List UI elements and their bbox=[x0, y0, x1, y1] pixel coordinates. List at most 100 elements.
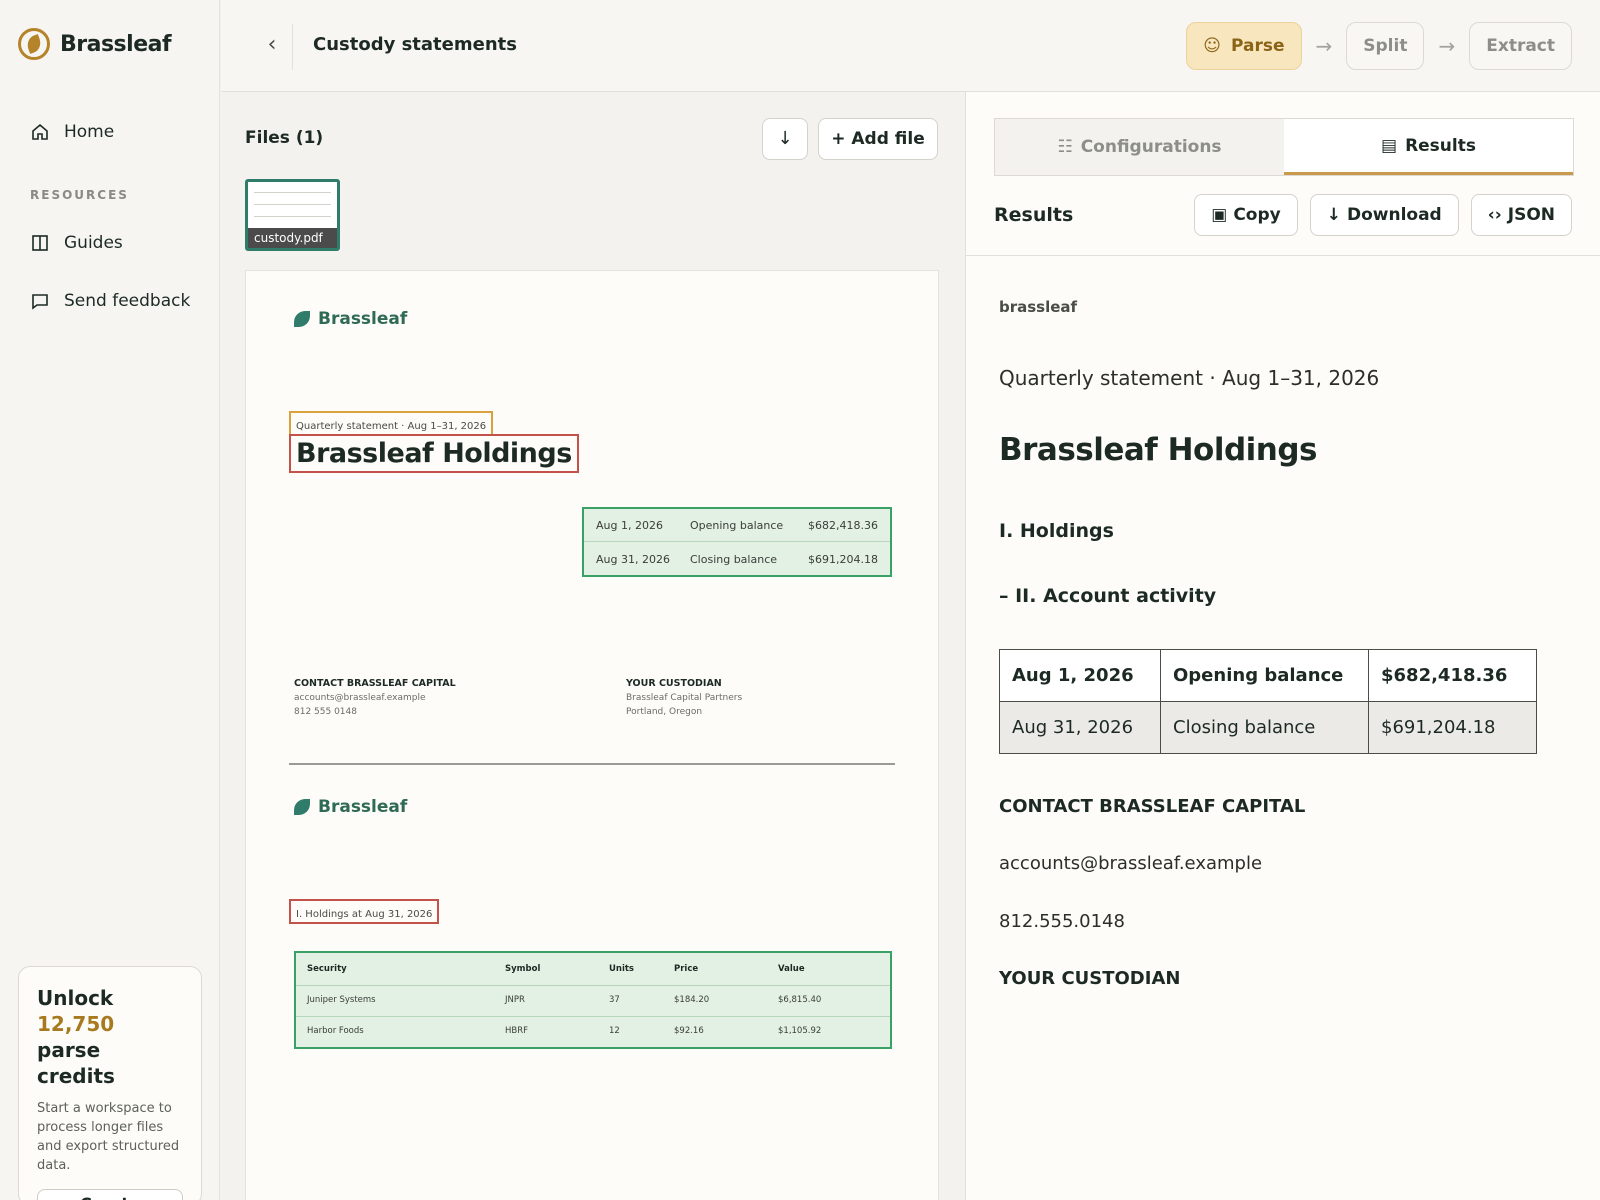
results-tabs: ☷ Configurations ▤ Results bbox=[994, 118, 1574, 176]
promo-title: Unlock 12,750 parse credits bbox=[37, 985, 183, 1089]
contact-block: CONTACT BRASSLEAF CAPITAL accounts@brass… bbox=[294, 677, 456, 719]
sidebar: Brassleaf Home RESOURCES Guides Send fee… bbox=[0, 0, 220, 1200]
arrow-right-icon: → bbox=[1315, 34, 1333, 58]
code-icon: ‹› bbox=[1487, 205, 1502, 225]
sidebar-item-label: Send feedback bbox=[64, 291, 191, 311]
table-cell: 12 bbox=[609, 1026, 620, 1036]
step-parse[interactable]: ☺ Parse bbox=[1186, 22, 1302, 70]
holdings-table: Security Symbol Units Price Value Junipe… bbox=[294, 951, 892, 1049]
file-thumbnail[interactable]: custody.pdf bbox=[245, 179, 340, 251]
resources-heading: RESOURCES bbox=[30, 188, 129, 202]
sidebar-item-home[interactable]: Home bbox=[30, 122, 114, 142]
table-cell: $682,418.36 bbox=[1368, 649, 1537, 702]
balance-date: Aug 31, 2026 bbox=[596, 552, 670, 566]
download-button[interactable]: ↓ Download bbox=[1309, 194, 1459, 236]
custodian-heading: YOUR CUSTODIAN bbox=[626, 678, 722, 689]
table-cell: Aug 1, 2026 bbox=[999, 649, 1161, 702]
results-panel: ☷ Configurations ▤ Results Results ▣ Cop… bbox=[965, 92, 1600, 1200]
result-email: accounts@brassleaf.example bbox=[999, 853, 1263, 874]
table-cell: Aug 31, 2026 bbox=[999, 701, 1161, 754]
comment-icon bbox=[32, 294, 48, 310]
tab-configurations[interactable]: ☷ Configurations bbox=[995, 119, 1284, 175]
balance-row: Aug 31, 2026 Closing balance $691,204.18 bbox=[584, 543, 890, 575]
copy-icon: ▣ bbox=[1211, 205, 1228, 225]
table-cell: $691,204.18 bbox=[1368, 701, 1537, 754]
step-label: Extract bbox=[1486, 36, 1555, 56]
back-button[interactable]: ‹ bbox=[259, 30, 285, 60]
result-section-holdings: I. Holdings bbox=[999, 520, 1114, 542]
arrow-right-icon: → bbox=[1438, 34, 1456, 58]
tab-label: Results bbox=[1405, 135, 1476, 156]
thumbnail-filename: custody.pdf bbox=[248, 228, 337, 248]
add-file-button[interactable]: + Add file bbox=[818, 118, 938, 160]
brand-logo-icon bbox=[18, 28, 50, 60]
copy-button[interactable]: ▣ Copy bbox=[1194, 194, 1298, 236]
header-divider bbox=[292, 24, 293, 70]
leaf-icon bbox=[294, 799, 310, 815]
table-cell: 37 bbox=[609, 995, 620, 1005]
balance-amount: $691,204.18 bbox=[808, 552, 878, 566]
download-icon-button[interactable]: ↓ bbox=[762, 118, 808, 160]
balance-label: Opening balance bbox=[690, 519, 784, 532]
doc-brand-name: Brassleaf bbox=[318, 309, 408, 329]
result-section-activity: – II. Account activity bbox=[999, 585, 1217, 607]
holdings-label-box: I. Holdings at Aug 31, 2026 bbox=[289, 899, 440, 924]
balance-date: Aug 1, 2026 bbox=[596, 519, 663, 532]
doc-title: Brassleaf Holdings bbox=[296, 438, 572, 469]
statement-label-box: Quarterly statement · Aug 1–31, 2026 bbox=[289, 411, 494, 436]
table-cell: $6,815.40 bbox=[778, 995, 822, 1005]
table-cell: $184.20 bbox=[674, 995, 710, 1005]
balances-box: Aug 1, 2026 Opening balance $682,418.36 … bbox=[582, 507, 892, 577]
table-cell: Opening balance bbox=[1160, 649, 1369, 702]
sidebar-item-label: Home bbox=[64, 122, 115, 142]
step-label: Split bbox=[1363, 36, 1408, 56]
brand-name: Brassleaf bbox=[60, 31, 172, 57]
table-cell: JNPR bbox=[505, 995, 525, 1005]
pipeline-steps: ☺ Parse → Split → Extract bbox=[1186, 22, 1572, 70]
tab-results[interactable]: ▤ Results bbox=[1284, 119, 1573, 175]
table-row: Aug 1, 2026 Opening balance $682,418.36 bbox=[999, 649, 1537, 702]
table-header: Units bbox=[609, 964, 634, 974]
sidebar-item-guides[interactable]: Guides bbox=[30, 233, 123, 253]
promo-credits: 12,750 bbox=[37, 1012, 115, 1036]
promo-title-suffix: parse credits bbox=[37, 1038, 115, 1088]
custodian-location: Portland, Oregon bbox=[626, 707, 703, 717]
sidebar-item-feedback[interactable]: Send feedback bbox=[30, 291, 190, 311]
custodian-block: YOUR CUSTODIAN Brassleaf Capital Partner… bbox=[626, 677, 742, 719]
balance-row: Aug 1, 2026 Opening balance $682,418.36 bbox=[584, 510, 890, 542]
results-actions: ▣ Copy ↓ Download ‹› JSON bbox=[1194, 194, 1572, 236]
result-contact-heading: CONTACT BRASSLEAF CAPITAL bbox=[999, 796, 1306, 817]
table-cell: HBRF bbox=[505, 1026, 529, 1036]
table-icon: ▤ bbox=[1381, 135, 1398, 156]
copy-label: Copy bbox=[1233, 205, 1281, 225]
result-subtitle: Quarterly statement · Aug 1–31, 2026 bbox=[999, 366, 1380, 390]
tab-label: Configurations bbox=[1080, 137, 1222, 157]
step-extract[interactable]: Extract bbox=[1469, 22, 1572, 70]
statement-label: Quarterly statement · Aug 1–31, 2026 bbox=[296, 421, 487, 432]
contact-heading: CONTACT BRASSLEAF CAPITAL bbox=[294, 678, 456, 689]
leaf-icon bbox=[294, 311, 310, 327]
document-preview[interactable]: Brassleaf Quarterly statement · Aug 1–31… bbox=[245, 270, 939, 1200]
json-label: JSON bbox=[1507, 205, 1555, 225]
result-phone: 812.555.0148 bbox=[999, 911, 1125, 932]
json-button[interactable]: ‹› JSON bbox=[1470, 194, 1572, 236]
page-title: Custody statements bbox=[313, 34, 517, 55]
holdings-label: I. Holdings at Aug 31, 2026 bbox=[296, 909, 433, 920]
step-label: Parse bbox=[1230, 36, 1285, 56]
promo-text: Start a workspace to process longer file… bbox=[37, 1101, 180, 1173]
create-workspace-button[interactable]: Create workspace → bbox=[37, 1189, 183, 1200]
results-heading: Results bbox=[994, 204, 1074, 226]
result-custodian-heading: YOUR CUSTODIAN bbox=[999, 968, 1181, 989]
sidebar-item-label: Guides bbox=[64, 233, 123, 253]
table-cell: $1,105.92 bbox=[778, 1026, 822, 1036]
balance-label: Closing balance bbox=[690, 552, 778, 566]
step-split[interactable]: Split bbox=[1346, 22, 1425, 70]
brand[interactable]: Brassleaf bbox=[18, 28, 172, 60]
download-icon: ↓ bbox=[1326, 205, 1341, 225]
balance-amount: $682,418.36 bbox=[808, 519, 878, 532]
header: ‹ Custody statements ☺ Parse → Split → E… bbox=[221, 0, 1600, 92]
doc-brand-name: Brassleaf bbox=[318, 797, 408, 817]
result-brand: brassleaf bbox=[999, 298, 1078, 316]
table-cell: Juniper Systems bbox=[307, 995, 376, 1005]
promo-title-prefix: Unlock bbox=[37, 986, 114, 1010]
